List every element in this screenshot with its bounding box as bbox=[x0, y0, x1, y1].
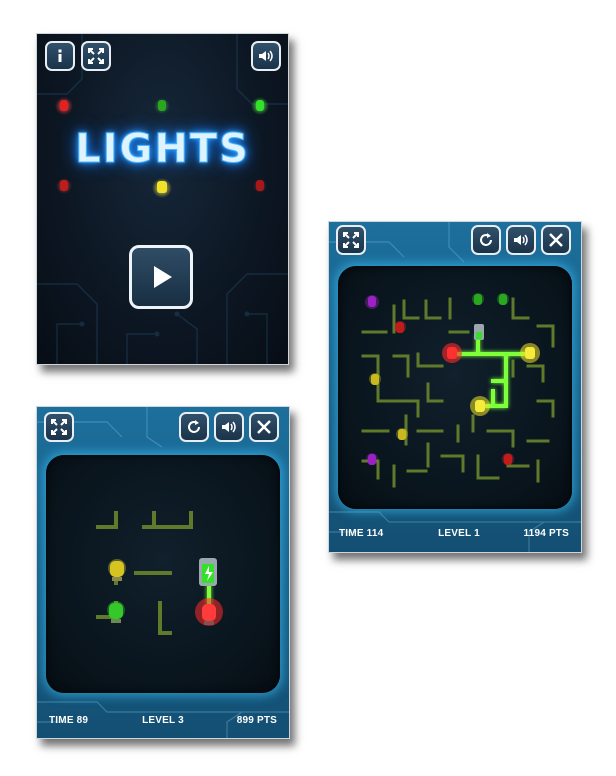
points-display: 1194 PTS bbox=[523, 528, 569, 539]
red-bulb-icon bbox=[502, 453, 514, 465]
play-button[interactable] bbox=[129, 245, 193, 309]
play-icon bbox=[154, 266, 172, 288]
level-1-panel: TIME 114 LEVEL 1 1194 PTS bbox=[328, 221, 582, 553]
restart-icon bbox=[188, 420, 200, 433]
battery-icon bbox=[474, 324, 484, 340]
close-icon bbox=[549, 233, 563, 247]
yellow-bulb-icon bbox=[396, 428, 408, 440]
sound-button[interactable] bbox=[506, 225, 536, 255]
level-3-panel: TIME 89 LEVEL 3 899 PTS bbox=[36, 406, 290, 739]
level-3-circuit bbox=[96, 511, 223, 635]
red-bulb-icon bbox=[394, 321, 406, 333]
red-bulb-icon bbox=[55, 97, 73, 115]
yellow-bulb-icon bbox=[470, 396, 490, 416]
red-bulb-icon bbox=[253, 179, 267, 193]
fullscreen-icon bbox=[51, 419, 67, 435]
restart-button[interactable] bbox=[471, 225, 501, 255]
title-bulbs bbox=[55, 97, 269, 198]
time-display: TIME 89 bbox=[49, 715, 89, 726]
close-icon bbox=[257, 420, 271, 434]
green-bulb-icon bbox=[154, 98, 170, 114]
speaker-icon bbox=[222, 421, 236, 433]
level-display: LEVEL 3 bbox=[142, 715, 184, 726]
red-bulb-icon bbox=[56, 178, 72, 194]
fullscreen-button[interactable] bbox=[336, 225, 366, 255]
title-screen-panel: LIGHTS bbox=[36, 33, 289, 365]
green-bulb-icon bbox=[497, 293, 509, 305]
fullscreen-button[interactable] bbox=[44, 412, 74, 442]
purple-bulb-icon bbox=[366, 453, 378, 465]
time-display: TIME 114 bbox=[339, 528, 384, 539]
game-logo: LIGHTS bbox=[75, 126, 250, 173]
green-bulb-icon bbox=[107, 601, 125, 623]
level-1-board[interactable] bbox=[338, 266, 572, 509]
points-display: 899 PTS bbox=[236, 715, 277, 726]
level-display: LEVEL 1 bbox=[438, 528, 480, 539]
restart-button[interactable] bbox=[179, 412, 209, 442]
yellow-bulb-icon bbox=[152, 178, 172, 198]
level-3-board[interactable] bbox=[46, 455, 280, 693]
battery-icon bbox=[199, 558, 217, 586]
yellow-bulb-icon bbox=[369, 373, 381, 385]
close-button[interactable] bbox=[541, 225, 571, 255]
speaker-icon bbox=[514, 234, 528, 246]
green-bulb-icon bbox=[472, 293, 484, 305]
restart-icon bbox=[480, 233, 492, 246]
fullscreen-icon bbox=[343, 232, 359, 248]
sound-button[interactable] bbox=[214, 412, 244, 442]
red-bulb-icon bbox=[195, 598, 223, 626]
red-bulb-icon bbox=[442, 343, 462, 363]
yellow-bulb-icon bbox=[108, 559, 126, 581]
purple-bulb-icon bbox=[365, 295, 379, 309]
yellow-bulb-icon bbox=[520, 343, 540, 363]
green-bulb-icon bbox=[251, 97, 269, 115]
level-1-circuit bbox=[361, 293, 555, 488]
close-button[interactable] bbox=[249, 412, 279, 442]
